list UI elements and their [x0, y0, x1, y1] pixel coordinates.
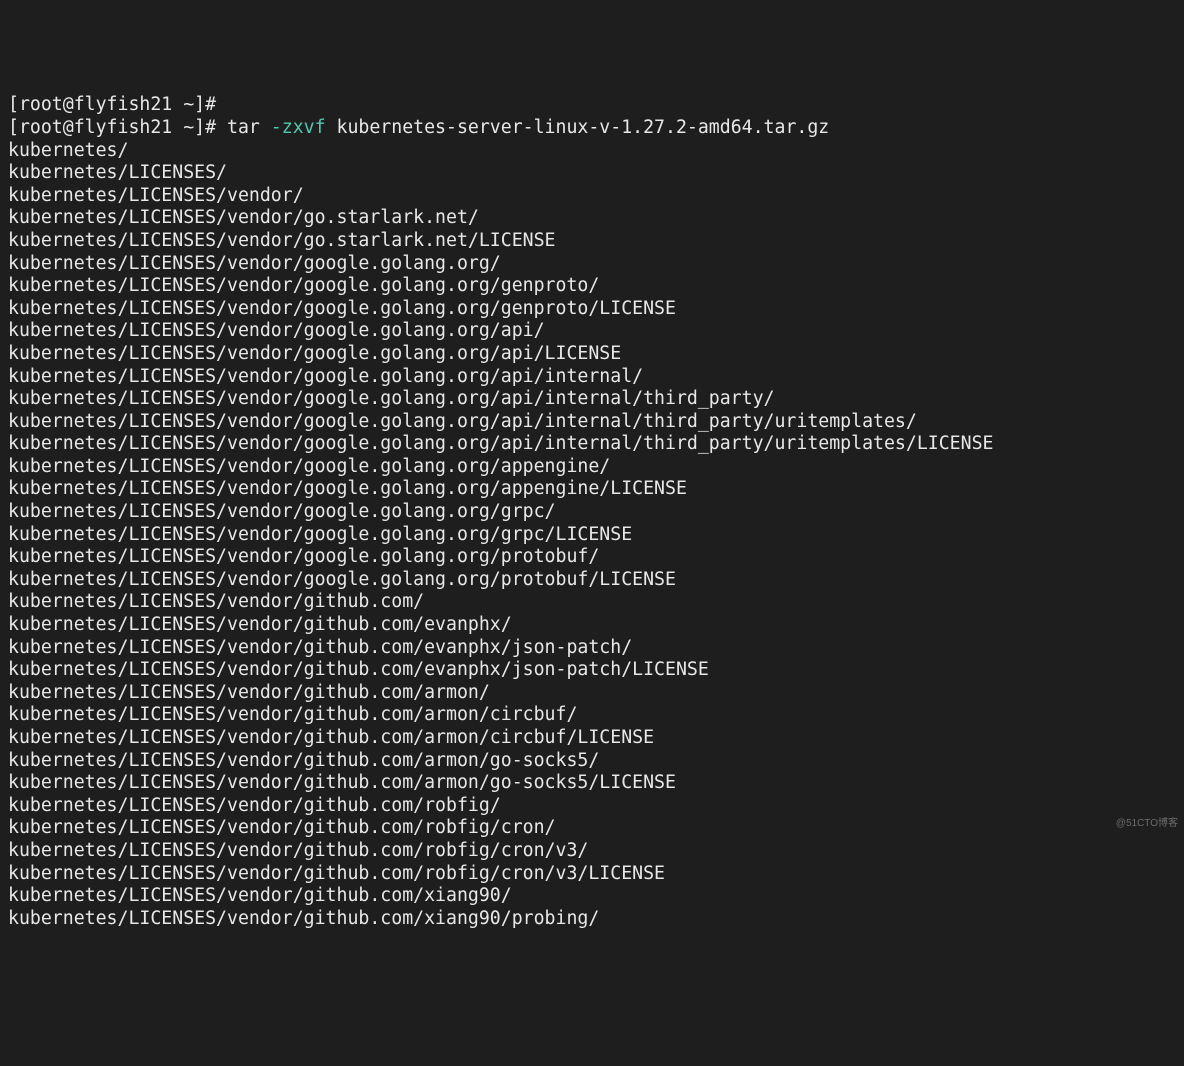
terminal-line: kubernetes/LICENSES/vendor/github.com/xi…	[8, 908, 1176, 931]
terminal-line: kubernetes/LICENSES/vendor/google.golang…	[8, 478, 1176, 501]
output-text: kubernetes/LICENSES/vendor/google.golang…	[8, 388, 775, 409]
terminal-line: kubernetes/LICENSES/vendor/google.golang…	[8, 275, 1176, 298]
terminal-line: kubernetes/LICENSES/vendor/google.golang…	[8, 320, 1176, 343]
terminal-line: kubernetes/LICENSES/vendor/google.golang…	[8, 253, 1176, 276]
output-text: kubernetes/LICENSES/vendor/google.golang…	[8, 524, 632, 545]
output-text: kubernetes/LICENSES/vendor/github.com/xi…	[8, 908, 599, 929]
terminal-line: kubernetes/LICENSES/vendor/github.com/ar…	[8, 727, 1176, 750]
output-text: kubernetes/LICENSES/vendor/github.com/ar…	[8, 772, 676, 793]
command-text: tar	[216, 117, 271, 138]
output-text: kubernetes/LICENSES/vendor/go.starlark.n…	[8, 230, 556, 251]
terminal-line: kubernetes/LICENSES/vendor/google.golang…	[8, 343, 1176, 366]
shell-prompt: [root@flyfish21 ~]#	[8, 117, 216, 138]
output-text: kubernetes/LICENSES/vendor/google.golang…	[8, 366, 643, 387]
terminal-line: kubernetes/LICENSES/vendor/github.com/ro…	[8, 840, 1176, 863]
output-text: kubernetes/LICENSES/vendor/	[8, 185, 304, 206]
output-text: kubernetes/LICENSES/vendor/google.golang…	[8, 343, 621, 364]
output-text: kubernetes/LICENSES/vendor/google.golang…	[8, 320, 545, 341]
command-argument: kubernetes-server-linux-v-1.27.2-amd64.t…	[326, 117, 830, 138]
output-text: kubernetes/LICENSES/vendor/github.com/ev…	[8, 659, 709, 680]
terminal-line: kubernetes/	[8, 140, 1176, 163]
terminal-line: kubernetes/LICENSES/vendor/go.starlark.n…	[8, 207, 1176, 230]
output-text: kubernetes/	[8, 140, 128, 161]
terminal-line: kubernetes/LICENSES/vendor/github.com/ar…	[8, 682, 1176, 705]
output-text: kubernetes/LICENSES/vendor/google.golang…	[8, 433, 993, 454]
terminal-line: kubernetes/LICENSES/vendor/google.golang…	[8, 456, 1176, 479]
terminal-line: kubernetes/LICENSES/vendor/google.golang…	[8, 366, 1176, 389]
terminal-line: kubernetes/LICENSES/vendor/google.golang…	[8, 388, 1176, 411]
terminal-line: kubernetes/LICENSES/vendor/github.com/ro…	[8, 817, 1176, 840]
terminal-line: kubernetes/LICENSES/vendor/google.golang…	[8, 546, 1176, 569]
terminal-line: kubernetes/LICENSES/vendor/google.golang…	[8, 524, 1176, 547]
terminal-line: kubernetes/LICENSES/vendor/github.com/ro…	[8, 863, 1176, 886]
terminal-line: kubernetes/LICENSES/vendor/github.com/ev…	[8, 659, 1176, 682]
terminal-output[interactable]: [root@flyfish21 ~]#[root@flyfish21 ~]# t…	[8, 94, 1176, 930]
output-text: kubernetes/LICENSES/vendor/github.com/	[8, 591, 424, 612]
output-text: kubernetes/LICENSES/vendor/github.com/ro…	[8, 817, 556, 838]
terminal-line: kubernetes/LICENSES/vendor/github.com/ev…	[8, 637, 1176, 660]
output-text: kubernetes/LICENSES/vendor/github.com/ar…	[8, 750, 599, 771]
terminal-line: kubernetes/LICENSES/vendor/github.com/xi…	[8, 885, 1176, 908]
terminal-line: kubernetes/LICENSES/vendor/google.golang…	[8, 433, 1176, 456]
output-text: kubernetes/LICENSES/vendor/go.starlark.n…	[8, 207, 479, 228]
terminal-line: [root@flyfish21 ~]#	[8, 94, 1176, 117]
output-text: kubernetes/LICENSES/vendor/github.com/ro…	[8, 840, 588, 861]
terminal-line: kubernetes/LICENSES/vendor/github.com/ar…	[8, 750, 1176, 773]
terminal-line: kubernetes/LICENSES/vendor/github.com/ar…	[8, 772, 1176, 795]
output-text: kubernetes/LICENSES/vendor/github.com/xi…	[8, 885, 512, 906]
watermark-text: @51CTO博客	[1116, 813, 1178, 836]
output-text: kubernetes/LICENSES/vendor/github.com/ro…	[8, 863, 665, 884]
output-text: kubernetes/LICENSES/vendor/google.golang…	[8, 411, 917, 432]
terminal-line: kubernetes/LICENSES/vendor/github.com/ar…	[8, 704, 1176, 727]
output-text: kubernetes/LICENSES/vendor/google.golang…	[8, 456, 610, 477]
shell-prompt: [root@flyfish21 ~]#	[8, 94, 216, 115]
output-text: kubernetes/LICENSES/vendor/google.golang…	[8, 275, 599, 296]
command-flag: -zxvf	[271, 117, 326, 138]
output-text: kubernetes/LICENSES/vendor/google.golang…	[8, 546, 599, 567]
output-text: kubernetes/LICENSES/vendor/google.golang…	[8, 298, 676, 319]
terminal-line: kubernetes/LICENSES/vendor/	[8, 185, 1176, 208]
terminal-line: kubernetes/LICENSES/vendor/google.golang…	[8, 411, 1176, 434]
output-text: kubernetes/LICENSES/vendor/github.com/ar…	[8, 682, 490, 703]
terminal-line: kubernetes/LICENSES/vendor/github.com/	[8, 591, 1176, 614]
terminal-line: kubernetes/LICENSES/vendor/github.com/ev…	[8, 614, 1176, 637]
terminal-line: kubernetes/LICENSES/vendor/google.golang…	[8, 501, 1176, 524]
output-text: kubernetes/LICENSES/vendor/github.com/ro…	[8, 795, 501, 816]
terminal-line: kubernetes/LICENSES/	[8, 162, 1176, 185]
output-text: kubernetes/LICENSES/vendor/google.golang…	[8, 501, 556, 522]
output-text: kubernetes/LICENSES/vendor/github.com/ar…	[8, 704, 577, 725]
output-text: kubernetes/LICENSES/vendor/google.golang…	[8, 253, 501, 274]
output-text: kubernetes/LICENSES/vendor/google.golang…	[8, 569, 676, 590]
terminal-line: kubernetes/LICENSES/vendor/go.starlark.n…	[8, 230, 1176, 253]
output-text: kubernetes/LICENSES/vendor/github.com/ev…	[8, 614, 512, 635]
terminal-line: [root@flyfish21 ~]# tar -zxvf kubernetes…	[8, 117, 1176, 140]
output-text: kubernetes/LICENSES/vendor/github.com/ar…	[8, 727, 654, 748]
output-text: kubernetes/LICENSES/	[8, 162, 227, 183]
terminal-line: kubernetes/LICENSES/vendor/google.golang…	[8, 298, 1176, 321]
output-text: kubernetes/LICENSES/vendor/github.com/ev…	[8, 637, 632, 658]
terminal-line: kubernetes/LICENSES/vendor/github.com/ro…	[8, 795, 1176, 818]
output-text: kubernetes/LICENSES/vendor/google.golang…	[8, 478, 687, 499]
terminal-line: kubernetes/LICENSES/vendor/google.golang…	[8, 569, 1176, 592]
